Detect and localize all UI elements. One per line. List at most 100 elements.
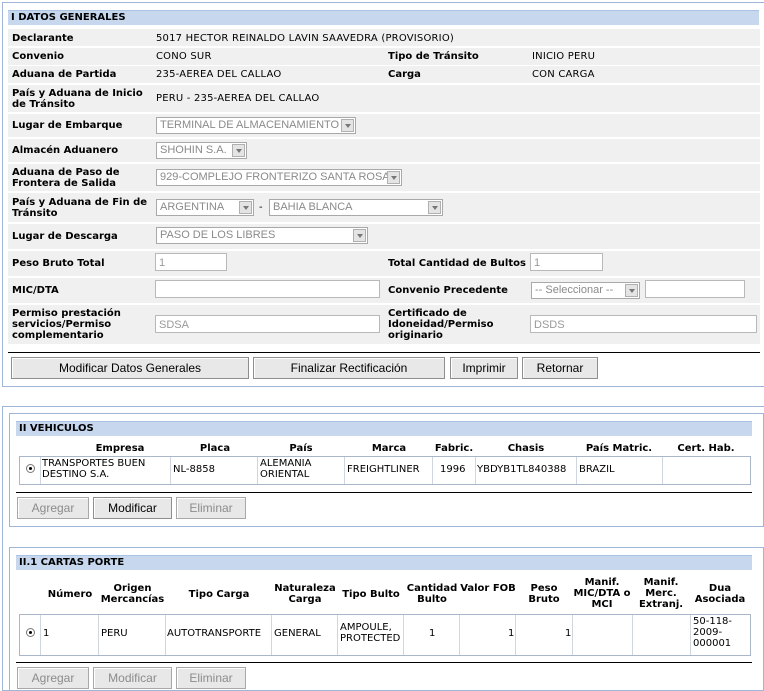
almacen-label: Almacén Aduanero (12, 145, 119, 156)
vehiculos-divider (16, 492, 752, 493)
row-convenio (8, 48, 760, 65)
divider (165, 615, 166, 655)
divider (337, 615, 338, 655)
retornar-button[interactable]: Retornar (522, 357, 598, 379)
col-tipo-bulto: Tipo Bulto (342, 589, 400, 600)
tipo-transito-label: Tipo de Tránsito (388, 51, 479, 62)
col-pais: País (289, 443, 313, 454)
carta-tipo-carga: AUTOTRANSPORTE (167, 628, 262, 639)
permiso-label: Permiso prestación servicios/Permiso com… (12, 308, 121, 341)
almacen-selected: SHOHIN S.A. (160, 144, 227, 156)
divider (572, 615, 573, 655)
divider (475, 457, 476, 484)
col-dua: Dua Asociada (694, 583, 746, 605)
convenio-label: Convenio (12, 51, 65, 62)
vehiculo-marca: FREIGHTLINER (347, 464, 420, 475)
col-chasis: Chasis (507, 443, 545, 454)
vehiculo-radio[interactable] (26, 464, 35, 473)
certificado-label: Certificado de Idoneidad/Permiso origina… (388, 308, 494, 341)
lugar-embarque-label: Lugar de Embarque (12, 120, 123, 131)
pais-inicio-value: PERU - 235-AEREA DEL CALLAO (156, 93, 320, 104)
declarante-label: Declarante (12, 33, 74, 44)
pais-fin-select[interactable]: ARGENTINA (156, 199, 254, 216)
lugar-descarga-label: Lugar de Descarga (12, 231, 118, 242)
vehiculos-agregar-button[interactable]: Agregar (17, 497, 89, 519)
divider (459, 615, 460, 655)
mic-label: MIC/DTA (12, 285, 59, 296)
permiso-input[interactable]: SDSA (155, 315, 380, 333)
vehiculo-chasis: YBDYB1TL840388 (477, 464, 567, 475)
col-cantidad: Cantidad Bulto (406, 583, 458, 605)
convenio-precedente-select[interactable]: -- Seleccionar -- (531, 282, 640, 299)
aduana-paso-selected: 929-COMPLEJO FRONTERIZO SANTA ROSA (160, 171, 390, 183)
convenio-precedente-selected: -- Seleccionar -- (535, 284, 614, 296)
cartas-header: II.1 CARTAS PORTE (16, 555, 752, 570)
mic-dta-input[interactable] (155, 280, 380, 298)
total-bultos-label: Total Cantidad de Bultos (388, 258, 526, 269)
row-aduana-partida (8, 66, 760, 83)
divider (40, 615, 41, 655)
certificado-input[interactable]: DSDS (530, 315, 757, 333)
lugar-descarga-selected: PASO DE LOS LIBRES (160, 229, 276, 241)
cartas-divider (16, 662, 752, 663)
lugar-descarga-select[interactable]: PASO DE LOS LIBRES (156, 227, 368, 244)
carta-numero: 1 (43, 628, 50, 639)
carta-tipo-bulto: AMPOULE, PROTECTED (340, 622, 401, 644)
vehiculo-placa: NL-8858 (173, 464, 215, 475)
col-tipo-carga: Tipo Carga (188, 589, 250, 600)
imprimir-button[interactable]: Imprimir (450, 357, 518, 379)
total-bultos-input[interactable]: 1 (530, 253, 603, 271)
pais-fin-dash: - (259, 202, 263, 213)
chevron-down-icon (387, 171, 400, 184)
col-fabric: Fabric. (434, 443, 474, 454)
carta-naturaleza: GENERAL (274, 628, 321, 639)
vehiculos-eliminar-button[interactable]: Eliminar (176, 497, 246, 519)
pais-fin-selected: ARGENTINA (160, 201, 225, 213)
row-peso (8, 251, 760, 276)
carta-peso: 1 (565, 628, 572, 639)
declarante-value: 5017 HECTOR REINALDO LAVIN SAAVEDRA (PRO… (156, 33, 454, 44)
col-empresa: Empresa (95, 443, 145, 454)
peso-bruto-input[interactable]: 1 (155, 253, 227, 271)
aduana-partida-label: Aduana de Partida (12, 69, 117, 80)
col-naturaleza: Naturaleza Carga (274, 583, 336, 605)
vehiculos-header: II VEHICULOS (16, 421, 752, 436)
carta-valor-fob: 1 (508, 628, 515, 639)
cartas-modificar-button[interactable]: Modificar (93, 667, 172, 689)
col-cert-hab: Cert. Hab. (677, 443, 735, 454)
chevron-down-icon (428, 201, 441, 214)
lugar-embarque-select[interactable]: TERMINAL DE ALMACENAMIENTO (156, 117, 356, 134)
almacen-select[interactable]: SHOHIN S.A. (156, 142, 247, 159)
carta-dua: 50-118-2009-000001 (693, 616, 733, 649)
pais-fin-label: País y Aduana de Fin de Tránsito (12, 197, 148, 219)
tipo-transito-value: INICIO PERU (532, 51, 596, 62)
divider (515, 615, 516, 655)
col-origen: Origen Mercancías (100, 583, 165, 605)
divider (576, 457, 577, 484)
divider (344, 457, 345, 484)
col-manif-mic: Manif. MIC/DTA o MCI (573, 577, 631, 610)
carta-radio[interactable] (26, 628, 35, 637)
modificar-datos-generales-button[interactable]: Modificar Datos Generales (11, 357, 249, 379)
chevron-down-icon (625, 284, 638, 297)
chevron-down-icon (232, 144, 245, 157)
row-lugar-descarga (8, 224, 760, 249)
cartas-eliminar-button[interactable]: Eliminar (176, 667, 246, 689)
convenio-value: CONO SUR (156, 51, 212, 62)
chevron-down-icon (353, 229, 366, 242)
aduana-fin-selected: BAHIA BLANCA (273, 201, 353, 213)
cartas-agregar-button[interactable]: Agregar (17, 667, 89, 689)
vehiculo-pais-matric: BRAZIL (579, 464, 615, 475)
convenio-precedente-input[interactable] (645, 280, 745, 298)
divider (271, 615, 272, 655)
aduana-paso-select[interactable]: 929-COMPLEJO FRONTERIZO SANTA ROSA (156, 169, 402, 186)
divider (432, 457, 433, 484)
col-valor-fob: Valor FOB (460, 583, 516, 594)
lugar-embarque-selected: TERMINAL DE ALMACENAMIENTO (160, 119, 340, 131)
divider (170, 457, 171, 484)
aduana-fin-select[interactable]: BAHIA BLANCA (269, 199, 443, 216)
vehiculo-fabric: 1996 (440, 464, 466, 475)
divider (257, 457, 258, 484)
vehiculos-modificar-button[interactable]: Modificar (93, 497, 172, 519)
finalizar-rectificacion-button[interactable]: Finalizar Rectificación (253, 357, 445, 379)
